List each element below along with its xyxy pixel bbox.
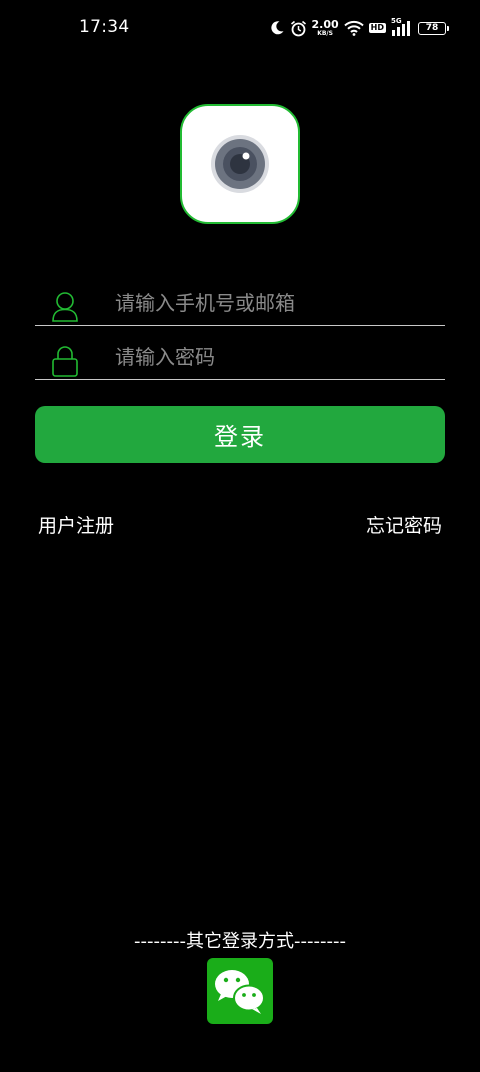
status-time: 17:34 (79, 17, 130, 37)
camera-lens-icon (211, 135, 269, 193)
wechat-icon (215, 970, 265, 1014)
battery-icon: 78 (418, 21, 449, 35)
account-row (35, 280, 445, 326)
other-login-label: --------其它登录方式-------- (134, 931, 346, 952)
account-input[interactable] (115, 286, 435, 320)
password-input[interactable] (115, 340, 435, 374)
app-logo (180, 104, 300, 224)
net-speed-unit: KB/S (317, 30, 333, 37)
signal-icon: 5G (391, 17, 413, 36)
status-bar: 17:34 2.00 KB/S HD 5G 78 (0, 0, 480, 56)
register-link[interactable]: 用户注册 (38, 511, 114, 538)
login-button[interactable]: 登录 (35, 406, 445, 463)
net-speed-value: 2.00 (311, 18, 339, 31)
lock-icon (51, 345, 79, 377)
battery-level: 78 (425, 22, 439, 33)
user-icon (51, 291, 79, 323)
alarm-icon (290, 20, 307, 37)
wechat-login-button[interactable] (207, 958, 273, 1024)
moon-icon (269, 20, 285, 36)
net-speed: 2.00 KB/S (312, 19, 339, 37)
status-icons: 2.00 KB/S HD 5G 78 (269, 17, 449, 39)
forgot-password-link[interactable]: 忘记密码 (366, 511, 442, 538)
hd-icon: HD (368, 23, 386, 33)
wifi-icon (343, 20, 364, 36)
password-row (35, 334, 445, 380)
